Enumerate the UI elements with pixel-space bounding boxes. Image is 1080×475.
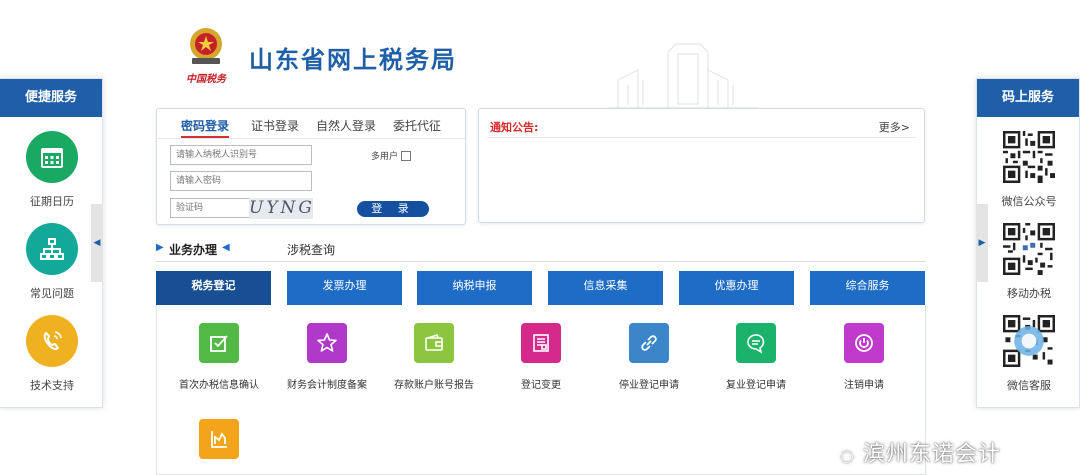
tab-natural-person-login[interactable]: 自然人登录 xyxy=(316,117,376,134)
multi-user-label: 多用户 xyxy=(371,152,399,162)
tech-support-label: 技术支持 xyxy=(30,379,74,392)
business-tab-bar: ▶ 业务办理 ◀ 涉税查询 xyxy=(156,240,926,262)
code-services-title: 码上服务 xyxy=(977,79,1079,117)
building-watermark-image xyxy=(608,43,758,109)
service-deposit-account-report[interactable]: 存款账户账号报告 xyxy=(384,323,484,391)
page-title: 山东省网上税务局 xyxy=(249,46,457,74)
service-label: 注销申请 xyxy=(844,380,884,391)
service-grid: 首次办税信息确认 财务会计制度备案 存款账户账号报告 登记变更 停业登记申请 复… xyxy=(156,305,926,475)
tax-calendar-item[interactable]: 征期日历 xyxy=(0,131,104,209)
tax-calendar-label: 征期日历 xyxy=(30,195,74,208)
wechat-icon: ◌ xyxy=(840,446,855,465)
arrow-left-icon: ◀ xyxy=(222,242,230,253)
convenient-services-panel: 便捷服务 征期日历 常见问题 技术支持 xyxy=(0,78,103,408)
captcha-image[interactable]: UYNG xyxy=(249,198,313,219)
service-resumption-application[interactable]: 复业登记申请 xyxy=(706,323,806,391)
multi-user-checkbox[interactable] xyxy=(401,150,412,161)
service-label: 财务会计制度备案 xyxy=(287,380,367,391)
wechat-official-label: 微信公众号 xyxy=(1001,195,1057,208)
multi-user-option[interactable]: 多用户 xyxy=(371,149,412,162)
notice-divider xyxy=(487,137,916,138)
notice-more-link[interactable]: 更多> xyxy=(879,119,910,135)
tab-entrusted-collection[interactable]: 委托代征 xyxy=(393,117,441,134)
login-button[interactable]: 登 录 xyxy=(357,201,429,217)
tab-certificate-login[interactable]: 证书登录 xyxy=(251,117,299,134)
qr-code-icon xyxy=(1003,223,1055,275)
service-item-partial[interactable] xyxy=(169,419,269,472)
notice-panel: 通知公告: 更多> xyxy=(478,108,925,223)
service-accounting-system-filing[interactable]: 财务会计制度备案 xyxy=(277,323,377,391)
login-panel: 密码登录 证书登录 自然人登录 委托代征 UYNG 多用户 登 录 xyxy=(156,108,466,225)
category-comprehensive[interactable]: 综合服务 xyxy=(810,271,925,305)
tab-tax-inquiry[interactable]: 涉税查询 xyxy=(287,241,335,258)
checkbox-edit-icon xyxy=(199,323,239,363)
convenient-services-title: 便捷服务 xyxy=(0,79,102,117)
service-suspension-application[interactable]: 停业登记申请 xyxy=(599,323,699,391)
service-first-tax-info-confirm[interactable]: 首次办税信息确认 xyxy=(169,323,269,391)
category-preferential[interactable]: 优惠办理 xyxy=(679,271,794,305)
qr-code-icon xyxy=(1003,315,1055,367)
phone-icon xyxy=(26,315,78,367)
password-input[interactable] xyxy=(170,171,312,191)
tech-support-item[interactable]: 技术支持 xyxy=(0,315,104,393)
chat-icon xyxy=(736,323,776,363)
emblem-icon xyxy=(190,28,222,64)
captcha-input[interactable] xyxy=(170,198,250,218)
emblem-caption: 中国税务 xyxy=(186,74,226,85)
service-cancellation-application[interactable]: 注销申请 xyxy=(814,323,914,391)
service-label: 停业登记申请 xyxy=(619,380,679,391)
calendar-icon xyxy=(26,131,78,183)
tab-business-handling[interactable]: 业务办理 xyxy=(169,241,217,258)
chart-icon xyxy=(199,419,239,459)
service-label: 复业登记申请 xyxy=(726,380,786,391)
category-invoice[interactable]: 发票办理 xyxy=(287,271,402,305)
service-label: 存款账户账号报告 xyxy=(394,380,474,391)
service-registration-change[interactable]: 登记变更 xyxy=(491,323,591,391)
faq-item[interactable]: 常见问题 xyxy=(0,223,104,301)
service-label: 登记变更 xyxy=(521,380,561,391)
category-tax-registration[interactable]: 税务登记 xyxy=(156,271,271,307)
wechat-official-item[interactable]: 微信公众号 xyxy=(977,131,1080,209)
tab-divider xyxy=(157,138,465,139)
sitemap-icon xyxy=(26,223,78,275)
faq-label: 常见问题 xyxy=(30,287,74,300)
tab-password-login[interactable]: 密码登录 xyxy=(181,117,230,138)
link-icon xyxy=(629,323,669,363)
collapse-left-panel-button[interactable]: ◀ xyxy=(91,204,103,282)
code-services-panel: 码上服务 微信公众号 移动办税 微信客服 xyxy=(976,78,1080,408)
document-icon xyxy=(521,323,561,363)
taxpayer-id-input[interactable] xyxy=(170,145,312,165)
category-tax-filing[interactable]: 纳税申报 xyxy=(417,271,532,305)
wechat-service-item[interactable]: 微信客服 xyxy=(977,315,1080,393)
service-label: 首次办税信息确认 xyxy=(179,380,259,391)
notice-title: 通知公告: xyxy=(490,121,539,134)
mobile-tax-label: 移动办税 xyxy=(1007,287,1051,300)
star-icon xyxy=(307,323,347,363)
collapse-right-panel-button[interactable]: ▶ xyxy=(976,204,988,282)
wallet-icon xyxy=(414,323,454,363)
power-icon xyxy=(844,323,884,363)
watermark-text: ◌ 滨州东诺会计 xyxy=(840,442,1001,467)
arrow-right-icon: ▶ xyxy=(156,242,164,253)
wechat-service-label: 微信客服 xyxy=(1007,379,1051,392)
category-info-collection[interactable]: 信息采集 xyxy=(548,271,663,305)
mobile-tax-item[interactable]: 移动办税 xyxy=(977,223,1080,301)
tax-emblem-logo: 中国税务 xyxy=(181,24,231,86)
qr-code-icon xyxy=(1003,131,1055,183)
